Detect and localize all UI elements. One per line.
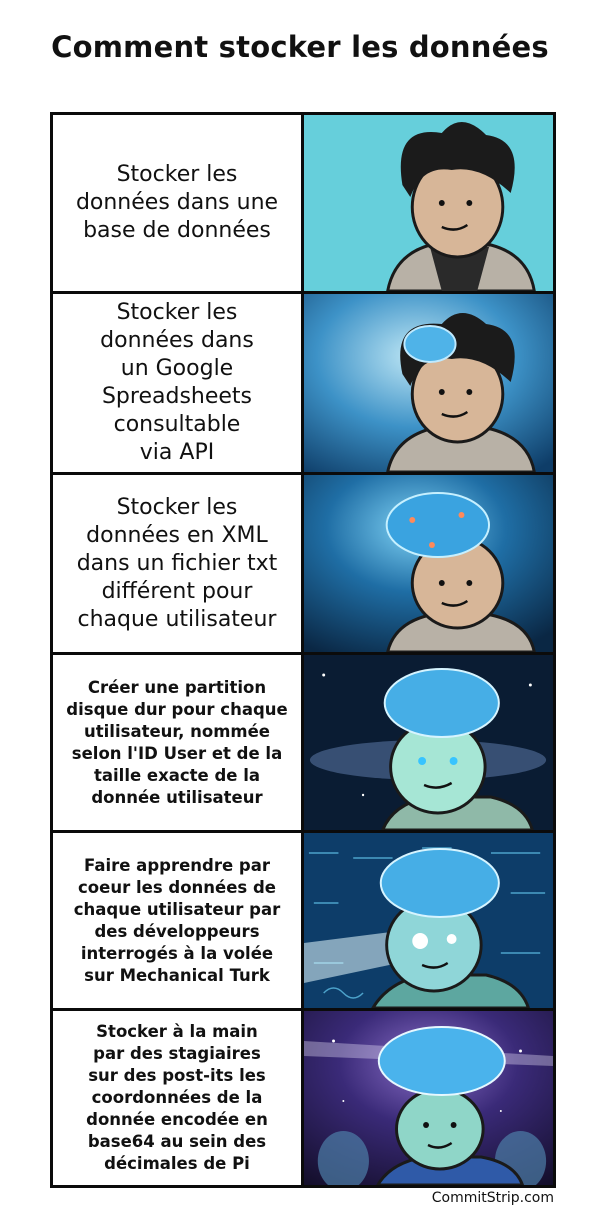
panel-6-image (301, 1011, 553, 1185)
comic-row-5: Faire apprendre par coeur les données de… (53, 833, 553, 1011)
panel-5-image (301, 833, 553, 1008)
panel-1-image (301, 115, 553, 291)
comic-title: Comment stocker les données (51, 30, 549, 64)
panel-1-caption: Stocker les données dans une base de don… (75, 162, 279, 243)
comic-row-6: Stocker à la main par des stagiaires sur… (53, 1011, 553, 1185)
character-illustration-1 (304, 115, 553, 291)
character-illustration-3 (304, 475, 553, 652)
character-illustration-5 (304, 833, 553, 1008)
panel-2-caption: Stocker les données dans un Google Sprea… (100, 300, 254, 465)
panel-5-caption: Faire apprendre par coeur les données de… (73, 855, 281, 985)
comic-row-2: Stocker les données dans un Google Sprea… (53, 294, 553, 475)
comic-row-4: Créer une partition disque dur pour chaq… (53, 655, 553, 833)
panel-4-text: Créer une partition disque dur pour chaq… (53, 655, 301, 830)
comic-row-1: Stocker les données dans une base de don… (53, 115, 553, 294)
panel-3-caption: Stocker les données en XML dans un fichi… (76, 494, 278, 632)
panel-3-image (301, 475, 553, 652)
panel-4-image (301, 655, 553, 830)
panel-5-text: Faire apprendre par coeur les données de… (53, 833, 301, 1008)
panel-6-text: Stocker à la main par des stagiaires sur… (53, 1011, 301, 1185)
character-illustration-2 (304, 294, 553, 472)
panel-6-caption: Stocker à la main par des stagiaires sur… (86, 1022, 268, 1173)
panel-3-text: Stocker les données en XML dans un fichi… (53, 475, 301, 652)
character-illustration-6 (304, 1011, 553, 1185)
panel-1-text: Stocker les données dans une base de don… (53, 115, 301, 291)
panel-2-image (301, 294, 553, 472)
character-illustration-4 (304, 655, 553, 830)
panel-4-caption: Créer une partition disque dur pour chaq… (66, 677, 288, 807)
panel-2-text: Stocker les données dans un Google Sprea… (53, 294, 301, 472)
credit-text: CommitStrip.com (431, 1190, 554, 1206)
comic-grid: Stocker les données dans une base de don… (50, 112, 556, 1188)
comic-row-3: Stocker les données en XML dans un fichi… (53, 475, 553, 655)
